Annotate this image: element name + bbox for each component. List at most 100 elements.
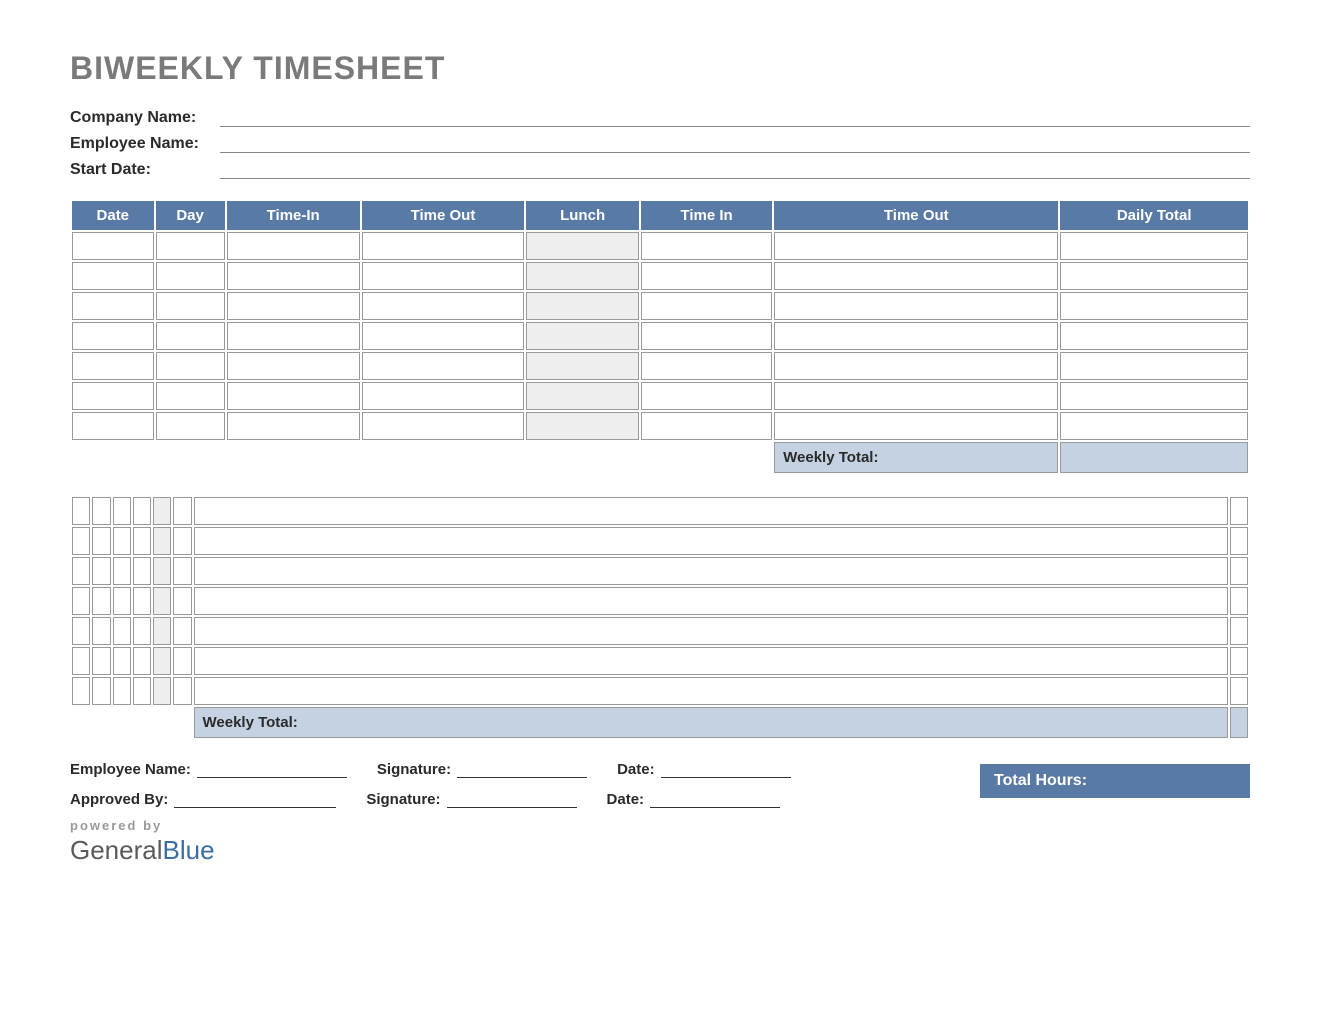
cell-time_in_pm[interactable] [641, 382, 772, 410]
cell-lunch[interactable] [526, 232, 639, 260]
cell-day[interactable] [92, 677, 110, 705]
cell-day[interactable] [92, 527, 110, 555]
cell-time_in_pm[interactable] [173, 677, 191, 705]
cell-day[interactable] [156, 232, 225, 260]
cell-time_out_pm[interactable] [774, 382, 1058, 410]
cell-daily_total[interactable] [1060, 412, 1248, 440]
cell-date[interactable] [72, 382, 154, 410]
cell-time_out_pm[interactable] [774, 322, 1058, 350]
cell-date[interactable] [72, 232, 154, 260]
cell-date[interactable] [72, 322, 154, 350]
cell-time_in_pm[interactable] [641, 322, 772, 350]
cell-time_in_am[interactable] [113, 497, 131, 525]
cell-time_in_pm[interactable] [173, 527, 191, 555]
cell-day[interactable] [92, 617, 110, 645]
cell-date[interactable] [72, 412, 154, 440]
cell-date[interactable] [72, 587, 90, 615]
cell-time_out_am[interactable] [133, 617, 151, 645]
sig-approver-date-line[interactable] [650, 788, 780, 808]
cell-lunch[interactable] [153, 617, 171, 645]
cell-lunch[interactable] [153, 647, 171, 675]
week1-total-value[interactable] [1060, 442, 1248, 473]
cell-day[interactable] [92, 587, 110, 615]
sig-approved-by-line[interactable] [174, 788, 336, 808]
sig-employee-signature-line[interactable] [457, 758, 587, 778]
cell-daily_total[interactable] [1230, 497, 1248, 525]
cell-day[interactable] [156, 322, 225, 350]
cell-time_out_pm[interactable] [194, 647, 1228, 675]
cell-day[interactable] [156, 412, 225, 440]
cell-date[interactable] [72, 557, 90, 585]
cell-time_out_pm[interactable] [774, 352, 1058, 380]
cell-time_in_am[interactable] [227, 322, 360, 350]
cell-time_out_pm[interactable] [774, 292, 1058, 320]
cell-time_out_pm[interactable] [774, 412, 1058, 440]
cell-time_out_am[interactable] [362, 412, 524, 440]
cell-daily_total[interactable] [1060, 382, 1248, 410]
cell-time_in_am[interactable] [227, 352, 360, 380]
cell-time_out_pm[interactable] [194, 617, 1228, 645]
cell-time_in_pm[interactable] [641, 412, 772, 440]
cell-time_out_pm[interactable] [774, 262, 1058, 290]
cell-time_in_am[interactable] [113, 527, 131, 555]
cell-lunch[interactable] [526, 412, 639, 440]
cell-date[interactable] [72, 677, 90, 705]
cell-lunch[interactable] [526, 382, 639, 410]
cell-time_in_pm[interactable] [173, 647, 191, 675]
cell-time_out_pm[interactable] [194, 677, 1228, 705]
cell-time_out_am[interactable] [133, 587, 151, 615]
cell-lunch[interactable] [153, 497, 171, 525]
cell-date[interactable] [72, 262, 154, 290]
cell-daily_total[interactable] [1060, 352, 1248, 380]
cell-time_out_pm[interactable] [194, 587, 1228, 615]
cell-day[interactable] [156, 292, 225, 320]
cell-time_out_am[interactable] [362, 232, 524, 260]
cell-time_in_am[interactable] [113, 617, 131, 645]
cell-date[interactable] [72, 352, 154, 380]
cell-daily_total[interactable] [1230, 647, 1248, 675]
cell-lunch[interactable] [153, 677, 171, 705]
cell-time_out_pm[interactable] [194, 497, 1228, 525]
cell-time_in_am[interactable] [113, 677, 131, 705]
cell-daily_total[interactable] [1230, 677, 1248, 705]
cell-time_in_am[interactable] [113, 647, 131, 675]
cell-time_in_pm[interactable] [173, 617, 191, 645]
cell-date[interactable] [72, 497, 90, 525]
cell-time_in_am[interactable] [227, 412, 360, 440]
cell-time_out_am[interactable] [133, 677, 151, 705]
cell-daily_total[interactable] [1060, 232, 1248, 260]
cell-time_out_am[interactable] [362, 382, 524, 410]
startdate-input-line[interactable] [220, 157, 1250, 179]
cell-time_in_pm[interactable] [173, 557, 191, 585]
cell-time_in_am[interactable] [227, 292, 360, 320]
cell-day[interactable] [156, 262, 225, 290]
cell-time_out_am[interactable] [133, 497, 151, 525]
cell-lunch[interactable] [526, 322, 639, 350]
cell-time_out_am[interactable] [362, 352, 524, 380]
cell-time_in_pm[interactable] [641, 292, 772, 320]
cell-time_out_am[interactable] [362, 262, 524, 290]
cell-time_out_am[interactable] [362, 322, 524, 350]
employee-input-line[interactable] [220, 131, 1250, 153]
cell-date[interactable] [72, 617, 90, 645]
cell-time_in_am[interactable] [227, 382, 360, 410]
sig-approver-signature-line[interactable] [447, 788, 577, 808]
cell-time_in_am[interactable] [113, 557, 131, 585]
cell-time_in_am[interactable] [227, 232, 360, 260]
cell-time_out_pm[interactable] [194, 557, 1228, 585]
cell-lunch[interactable] [526, 262, 639, 290]
cell-daily_total[interactable] [1060, 292, 1248, 320]
cell-time_in_am[interactable] [113, 587, 131, 615]
cell-time_in_pm[interactable] [173, 587, 191, 615]
cell-lunch[interactable] [526, 292, 639, 320]
cell-time_out_am[interactable] [133, 647, 151, 675]
cell-daily_total[interactable] [1230, 617, 1248, 645]
company-input-line[interactable] [220, 105, 1250, 127]
cell-lunch[interactable] [153, 527, 171, 555]
cell-date[interactable] [72, 647, 90, 675]
cell-time_out_am[interactable] [362, 292, 524, 320]
cell-time_in_pm[interactable] [641, 262, 772, 290]
sig-employee-name-line[interactable] [197, 758, 347, 778]
cell-daily_total[interactable] [1060, 322, 1248, 350]
cell-lunch[interactable] [153, 557, 171, 585]
